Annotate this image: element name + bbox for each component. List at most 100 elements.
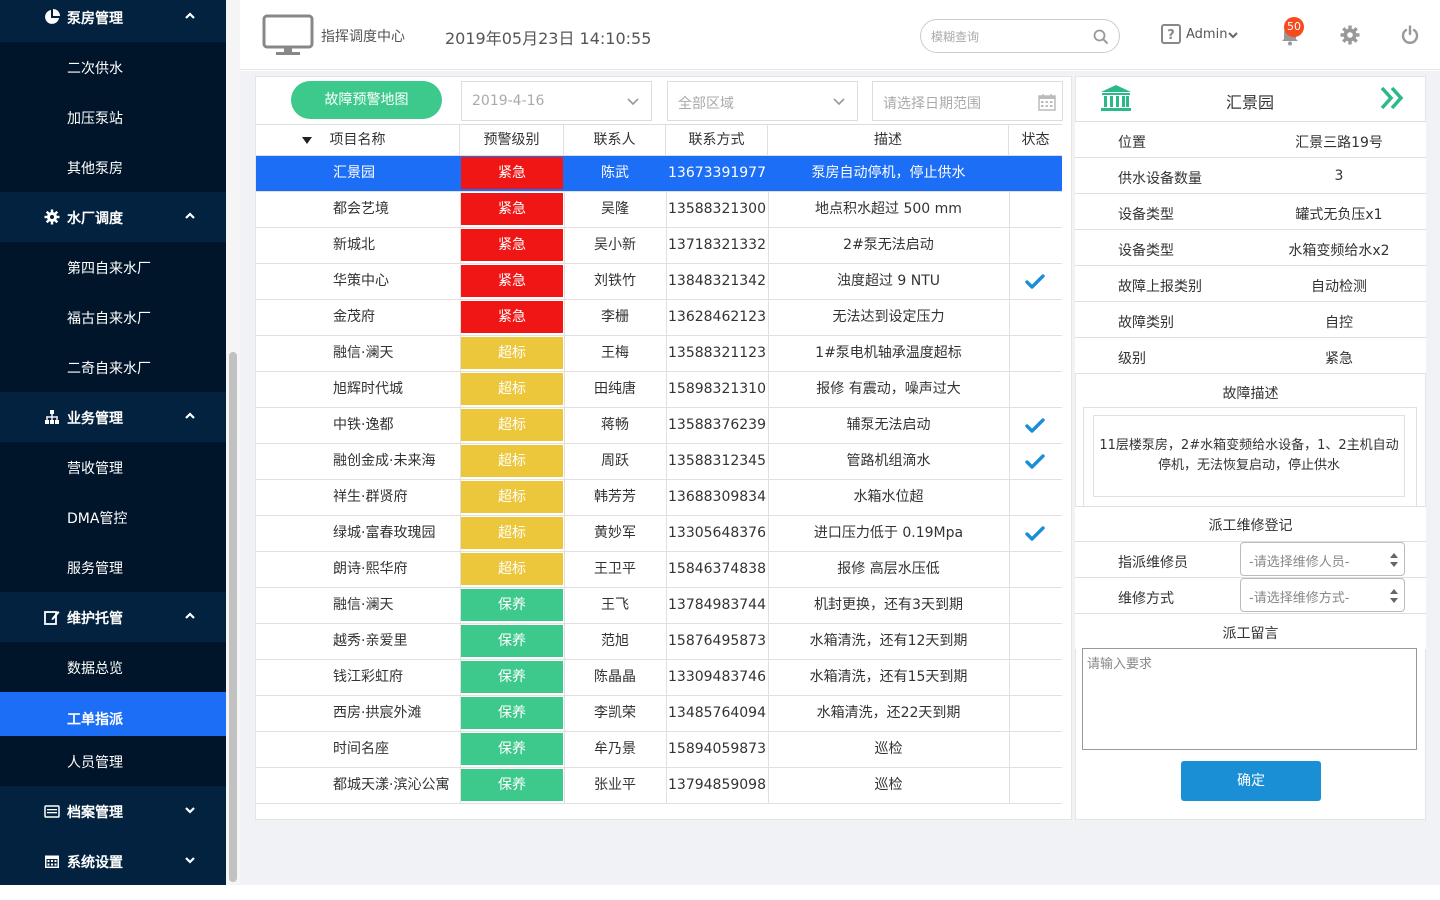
sidebar-item-0-1[interactable]: 加压泵站 xyxy=(0,92,226,142)
table-row[interactable]: 中铁·逸都 蒋畅 13588376239 辅泵无法启动 超标 xyxy=(256,408,1062,444)
confirm-button[interactable]: 确定 xyxy=(1181,761,1321,801)
column-header-level[interactable]: 预警级别 xyxy=(460,125,564,156)
column-header-status[interactable]: 状态 xyxy=(1009,125,1062,156)
cell-name: 中铁·逸都 xyxy=(333,417,394,433)
sidebar-item-label: 数据总览 xyxy=(67,661,123,677)
table-row[interactable]: 汇景园 陈武 13673391977 泵房自动停机，停止供水 紧急 xyxy=(256,156,1062,192)
column-header-phone[interactable]: 联系方式 xyxy=(666,125,768,156)
gear-icon[interactable] xyxy=(1340,25,1360,45)
detail-field-label: 位置 xyxy=(1118,135,1146,151)
detail-field-value: 自动检测 xyxy=(1311,279,1367,295)
cell-name: 西房·拱宸外滩 xyxy=(333,705,422,721)
sidebar-item-3-1[interactable]: 工单指派 xyxy=(0,692,226,736)
cell-desc: 地点积水超过 500 mm xyxy=(815,201,962,217)
sidebar-scrollbar-thumb[interactable] xyxy=(229,352,237,882)
sidebar-item-1-2[interactable]: 二奇自来水厂 xyxy=(0,342,226,392)
cell-desc: 巡检 xyxy=(874,741,903,757)
sidebar-group-1[interactable]: 水厂调度 xyxy=(0,192,226,242)
cell-contact: 吴隆 xyxy=(601,201,629,217)
table-row[interactable]: 祥生·群贤府 韩芳芳 13688309834 水箱水位超 超标 xyxy=(256,480,1062,516)
table-row[interactable]: 新城北 吴小新 13718321332 2#泵无法启动 紧急 xyxy=(256,228,1062,264)
cell-contact: 王飞 xyxy=(601,597,629,613)
check-icon xyxy=(1025,454,1045,469)
chevron-down-icon xyxy=(833,98,845,106)
sidebar-item-0-0[interactable]: 二次供水 xyxy=(0,42,226,92)
note-textarea[interactable] xyxy=(1082,648,1417,750)
notification-badge: 50 xyxy=(1284,17,1304,37)
sidebar-item-3-0[interactable]: 数据总览 xyxy=(0,642,226,692)
table-row[interactable]: 绿城·富春玫瑰园 黄妙军 13305648376 进口压力低于 0.19Mpa 超标 xyxy=(256,516,1062,552)
cell-phone: 15898321310 xyxy=(668,381,766,397)
cell-phone: 13848321342 xyxy=(668,273,766,289)
table-row[interactable]: 都会艺境 吴隆 13588321300 地点积水超过 500 mm 紧急 xyxy=(256,192,1062,228)
sidebar-item-1-1[interactable]: 福古自来水厂 xyxy=(0,292,226,342)
column-header-desc[interactable]: 描述 xyxy=(768,125,1009,156)
sidebar-item-0-2[interactable]: 其他泵房 xyxy=(0,142,226,192)
level-badge: 紧急 xyxy=(461,229,563,261)
double-chevron-right-icon[interactable] xyxy=(1378,84,1406,112)
sidebar-item-2-1[interactable]: DMA管控 xyxy=(0,492,226,542)
column-header-contact[interactable]: 联系人 xyxy=(564,125,666,156)
table-row[interactable]: 朗诗·熙华府 王卫平 15846374838 报修 高层水压低 超标 xyxy=(256,552,1062,588)
table-row[interactable]: 融创金成·未来海 周跃 13588312345 管路机组滴水 超标 xyxy=(256,444,1062,480)
cell-contact: 李栅 xyxy=(601,309,629,325)
sidebar-group-2[interactable]: 业务管理 xyxy=(0,392,226,442)
staff-select[interactable]: -请选择维修人员- xyxy=(1240,542,1405,576)
cell-contact: 范旭 xyxy=(601,633,629,649)
column-divider xyxy=(1009,372,1010,408)
sidebar-item-label: 加压泵站 xyxy=(67,111,123,127)
user-name[interactable]: Admin xyxy=(1186,27,1227,42)
date-filter-value: 2019-4-16 xyxy=(472,93,545,109)
sidebar-group-4[interactable]: 档案管理 xyxy=(0,786,226,836)
fault-map-button[interactable]: 故障预警地图 xyxy=(291,81,442,119)
sidebar-item-2-2[interactable]: 服务管理 xyxy=(0,542,226,592)
chevron-down-icon[interactable] xyxy=(1228,31,1238,39)
app-title: 指挥调度中心 xyxy=(321,29,405,45)
detail-field-value: 水箱变频给水x2 xyxy=(1288,243,1390,259)
cell-desc: 2#泵无法启动 xyxy=(843,237,934,253)
level-badge: 紧急 xyxy=(461,193,563,225)
edit-icon xyxy=(44,609,60,625)
method-select-value: -请选择维修方式- xyxy=(1249,591,1350,606)
level-badge: 保养 xyxy=(461,697,563,729)
region-filter[interactable]: 全部区域 xyxy=(667,81,858,121)
sidebar-group-0[interactable]: 泵房管理 xyxy=(0,0,226,42)
sidebar-group-5[interactable]: 系统设置 xyxy=(0,836,226,885)
table-row[interactable]: 钱江彩虹府 陈晶晶 13309483746 水箱清洗，还有15天到期 保养 xyxy=(256,660,1062,696)
help-icon[interactable]: ? xyxy=(1161,24,1181,44)
detail-field-label: 设备类型 xyxy=(1118,207,1174,223)
level-badge: 超标 xyxy=(461,517,563,549)
sidebar-item-3-2[interactable]: 人员管理 xyxy=(0,736,226,786)
column-header-name[interactable]: 项目名称 xyxy=(256,125,460,156)
table-header: 项目名称 预警级别 联系人 联系方式 描述 状态 xyxy=(256,124,1062,156)
sidebar-group-3[interactable]: 维护托管 xyxy=(0,592,226,642)
table-row[interactable]: 时间名座 牟乃景 15894059873 巡检 保养 xyxy=(256,732,1062,768)
table-row[interactable]: 旭辉时代城 田纯唐 15898321310 报修 有震动，噪声过大 超标 xyxy=(256,372,1062,408)
sidebar-item-2-0[interactable]: 营收管理 xyxy=(0,442,226,492)
sidebar-item-1-0[interactable]: 第四自来水厂 xyxy=(0,242,226,292)
cell-contact: 王梅 xyxy=(601,345,629,361)
power-icon[interactable] xyxy=(1400,25,1420,45)
cell-contact: 陈武 xyxy=(601,165,629,181)
table-row[interactable]: 都城天漾·滨沁公寓 张业平 13794859098 巡检 保养 xyxy=(256,768,1062,804)
date-filter[interactable]: 2019-4-16 xyxy=(461,81,652,121)
column-divider xyxy=(1009,192,1010,228)
date-range-input[interactable]: 请选择日期范围 xyxy=(872,81,1063,121)
detail-field-value: 罐式无负压x1 xyxy=(1295,207,1383,223)
detail-title: 汇景园 xyxy=(1225,93,1274,112)
level-badge: 紧急 xyxy=(461,301,563,333)
table-row[interactable]: 融信·澜天 王飞 13784983744 机封更换，还有3天到期 保养 xyxy=(256,588,1062,624)
sort-down-icon[interactable] xyxy=(302,137,312,144)
table-row[interactable]: 金茂府 李栅 13628462123 无法达到设定压力 紧急 xyxy=(256,300,1062,336)
search-input[interactable] xyxy=(931,28,1081,46)
table-row[interactable]: 融信·澜天 王梅 13588321123 1#泵电机轴承温度超标 超标 xyxy=(256,336,1062,372)
method-select[interactable]: -请选择维修方式- xyxy=(1240,578,1405,612)
search-icon[interactable] xyxy=(1093,29,1109,45)
cell-phone: 13784983744 xyxy=(668,597,766,613)
table-row[interactable]: 越秀·亲爱里 范旭 15876495873 水箱清洗，还有12天到期 保养 xyxy=(256,624,1062,660)
cell-contact: 周跃 xyxy=(601,453,629,469)
table-row[interactable]: 西房·拱宸外滩 李凯荣 13485764094 水箱清洗，还22天到期 保养 xyxy=(256,696,1062,732)
chevron-up-icon xyxy=(184,10,196,22)
table-row[interactable]: 华策中心 刘铁竹 13848321342 浊度超过 9 NTU 紧急 xyxy=(256,264,1062,300)
monitor-icon xyxy=(262,14,314,55)
